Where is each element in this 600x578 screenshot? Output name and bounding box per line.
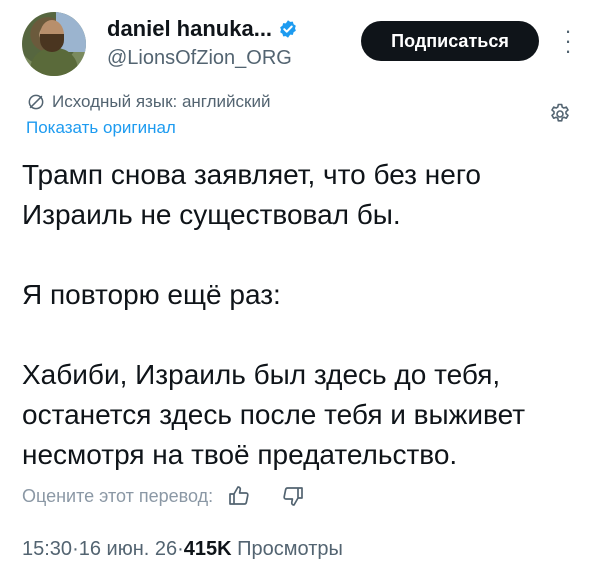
views-label[interactable]: Просмотры	[237, 538, 343, 561]
author-display-name[interactable]: daniel hanuka...	[107, 16, 272, 42]
rate-translation-prompt: Оцените этот перевод:	[22, 485, 214, 506]
tweet-text: Трамп снова заявляет, что без него Израи…	[22, 159, 526, 470]
more-vertical-icon[interactable]: · · ·	[558, 20, 578, 62]
tweet-meta-row: 15:30 · 16 июн. 26 · 415K Просмотры	[22, 538, 343, 561]
author-avatar[interactable]	[22, 12, 86, 76]
translation-source-line: Исходный язык: английский	[26, 92, 270, 112]
gear-icon[interactable]	[548, 102, 572, 126]
thumbs-up-icon[interactable]	[227, 484, 251, 508]
subscribe-button[interactable]: Подписаться	[361, 21, 539, 61]
meta-separator: ·	[177, 538, 184, 560]
tweet-time[interactable]: 15:30	[22, 538, 72, 561]
thumbs-down-icon[interactable]	[281, 484, 305, 508]
author-handle[interactable]: @LionsOfZion_ORG	[107, 47, 292, 70]
views-count[interactable]: 415K	[184, 538, 232, 561]
meta-separator: ·	[72, 538, 79, 560]
rate-translation-row: Оцените этот перевод:	[22, 484, 305, 508]
show-original-link[interactable]: Показать оригинал	[26, 118, 176, 138]
translate-icon	[28, 94, 44, 110]
source-language-text: Исходный язык: английский	[52, 92, 271, 111]
author-name-row[interactable]: daniel hanuka...	[107, 16, 298, 42]
tweet-date[interactable]: 16 июн. 26	[79, 538, 177, 561]
verified-badge-icon	[280, 20, 296, 38]
avatar-body	[30, 48, 78, 76]
